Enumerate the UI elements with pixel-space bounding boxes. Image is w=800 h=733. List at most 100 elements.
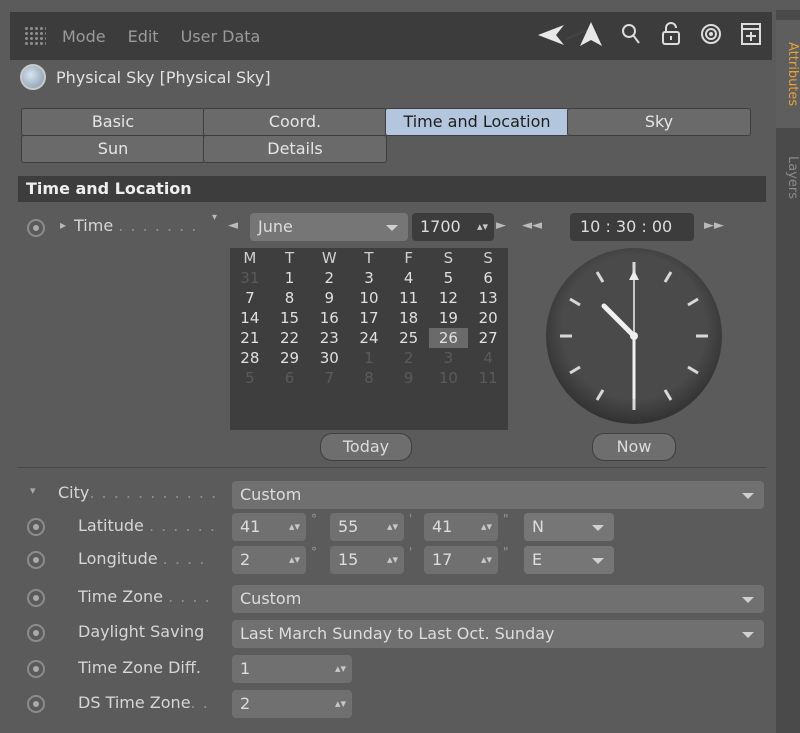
cal-day[interactable]: 23 (309, 328, 349, 348)
target-icon[interactable] (698, 23, 724, 52)
longitude-seconds-spin-icon[interactable]: ▴▾ (481, 546, 492, 574)
cal-day[interactable]: 6 (270, 368, 310, 388)
cal-day[interactable]: 25 (389, 328, 429, 348)
cal-day[interactable]: 30 (309, 348, 349, 368)
dstz-field[interactable]: 2 ▴▾ (232, 690, 352, 718)
cal-day[interactable]: 11 (468, 368, 508, 388)
cal-day[interactable]: 5 (429, 268, 469, 288)
cal-day[interactable]: 3 (429, 348, 469, 368)
timezone-dropdown[interactable]: Custom (232, 585, 764, 613)
next-year-arrow-icon[interactable]: ► (496, 218, 506, 233)
daylight-saving-dropdown[interactable]: Last March Sunday to Last Oct. Sunday (232, 620, 764, 648)
cal-day[interactable]: 21 (230, 328, 270, 348)
cal-day[interactable]: 17 (349, 308, 389, 328)
latitude-seconds-spin-icon[interactable]: ▴▾ (481, 513, 492, 541)
year-stepper[interactable]: 1700 ▴▾ (412, 213, 494, 241)
cal-day[interactable]: 31 (230, 268, 270, 288)
city-dropdown[interactable]: Custom (232, 481, 764, 509)
tab-details[interactable]: Details (203, 135, 387, 163)
daylight-animate-radio[interactable] (27, 624, 45, 642)
cal-day[interactable]: 24 (349, 328, 389, 348)
latitude-direction-dropdown[interactable]: N (524, 513, 614, 541)
menu-mode[interactable]: Mode (62, 27, 106, 46)
cal-day[interactable]: 5 (230, 368, 270, 388)
back-arrow-icon[interactable] (538, 24, 591, 52)
lock-icon[interactable] (658, 22, 684, 53)
cal-day[interactable]: 10 (349, 288, 389, 308)
cal-day[interactable]: 10 (429, 368, 469, 388)
dstz-animate-radio[interactable] (27, 695, 45, 713)
cal-day[interactable]: 1 (270, 268, 310, 288)
cal-day[interactable]: 20 (468, 308, 508, 328)
new-panel-icon[interactable] (738, 23, 764, 52)
side-tab-layers[interactable]: Layers (776, 138, 800, 218)
now-button[interactable]: Now (592, 433, 676, 461)
cal-day[interactable]: 28 (230, 348, 270, 368)
time-options-caret-icon[interactable]: ▾ (212, 212, 217, 223)
cal-day[interactable]: 2 (389, 348, 429, 368)
prev-month-arrow-icon[interactable]: ◄ (228, 218, 238, 233)
cal-day-selected[interactable]: 26 (428, 328, 469, 348)
tab-sky[interactable]: Sky (567, 108, 751, 136)
longitude-degrees-spin-icon[interactable]: ▴▾ (289, 546, 300, 574)
analog-clock[interactable] (546, 248, 722, 424)
latitude-minutes-spin-icon[interactable]: ▴▾ (387, 513, 398, 541)
today-button[interactable]: Today (320, 433, 412, 461)
cal-day[interactable]: 16 (309, 308, 349, 328)
latitude-degrees-spin-icon[interactable]: ▴▾ (289, 513, 300, 541)
menu-user-data[interactable]: User Data (181, 27, 261, 46)
longitude-degrees-field[interactable]: 2 ▴▾ (232, 546, 306, 574)
cal-day[interactable]: 2 (309, 268, 349, 288)
longitude-minutes-spin-icon[interactable]: ▴▾ (387, 546, 398, 574)
cal-day[interactable]: 6 (468, 268, 508, 288)
cal-day[interactable]: 19 (429, 308, 469, 328)
tzdiff-field[interactable]: 1 ▴▾ (232, 655, 352, 683)
expand-arrow-icon[interactable]: ▸ (60, 218, 66, 232)
latitude-minutes-field[interactable]: 55 ▴▾ (330, 513, 404, 541)
search-icon[interactable] (618, 23, 644, 52)
forward-time-icon[interactable]: ►► (704, 218, 724, 233)
cal-day[interactable]: 14 (230, 308, 270, 328)
tzdiff-animate-radio[interactable] (27, 660, 45, 678)
cal-day[interactable]: 18 (389, 308, 429, 328)
longitude-seconds-field[interactable]: 17 ▴▾ (424, 546, 498, 574)
cal-day[interactable]: 27 (468, 328, 508, 348)
longitude-animate-radio[interactable] (27, 551, 45, 569)
cal-day[interactable]: 13 (468, 288, 508, 308)
tab-sun[interactable]: Sun (21, 135, 205, 163)
month-dropdown[interactable]: June (250, 213, 408, 241)
longitude-minutes-field[interactable]: 15 ▴▾ (330, 546, 404, 574)
cal-day[interactable]: 8 (349, 368, 389, 388)
cal-day[interactable]: 7 (309, 368, 349, 388)
menu-edit[interactable]: Edit (128, 27, 159, 46)
cal-day[interactable]: 15 (270, 308, 310, 328)
tab-basic[interactable]: Basic (21, 108, 205, 136)
cursor-arrow-icon[interactable] (578, 22, 604, 53)
cal-day[interactable]: 7 (230, 288, 270, 308)
cal-day[interactable]: 9 (309, 288, 349, 308)
clock-time-field[interactable]: 10 : 30 : 00 (570, 213, 694, 241)
cal-day[interactable]: 9 (389, 368, 429, 388)
cal-day[interactable]: 4 (468, 348, 508, 368)
latitude-seconds-field[interactable]: 41 ▴▾ (424, 513, 498, 541)
longitude-direction-dropdown[interactable]: E (524, 546, 614, 574)
time-animate-radio[interactable] (27, 219, 45, 237)
cal-day[interactable]: 1 (349, 348, 389, 368)
timezone-animate-radio[interactable] (27, 589, 45, 607)
latitude-degrees-field[interactable]: 41 ▴▾ (232, 513, 306, 541)
dstz-spin-icon[interactable]: ▴▾ (335, 690, 346, 718)
side-tab-attributes[interactable]: Attributes (776, 20, 800, 128)
city-collapse-icon[interactable]: ▾ (30, 484, 36, 497)
grip-icon[interactable] (24, 26, 46, 46)
cal-day[interactable]: 3 (349, 268, 389, 288)
cal-day[interactable]: 12 (429, 288, 469, 308)
tab-time-and-location[interactable]: Time and Location (385, 108, 569, 136)
year-spin-icon[interactable]: ▴▾ (477, 213, 488, 241)
cal-day[interactable]: 11 (389, 288, 429, 308)
tzdiff-spin-icon[interactable]: ▴▾ (335, 655, 346, 683)
cal-day[interactable]: 29 (270, 348, 310, 368)
cal-day[interactable]: 22 (270, 328, 310, 348)
rewind-time-icon[interactable]: ◄◄ (522, 218, 542, 233)
latitude-animate-radio[interactable] (27, 518, 45, 536)
tab-coord[interactable]: Coord. (203, 108, 387, 136)
